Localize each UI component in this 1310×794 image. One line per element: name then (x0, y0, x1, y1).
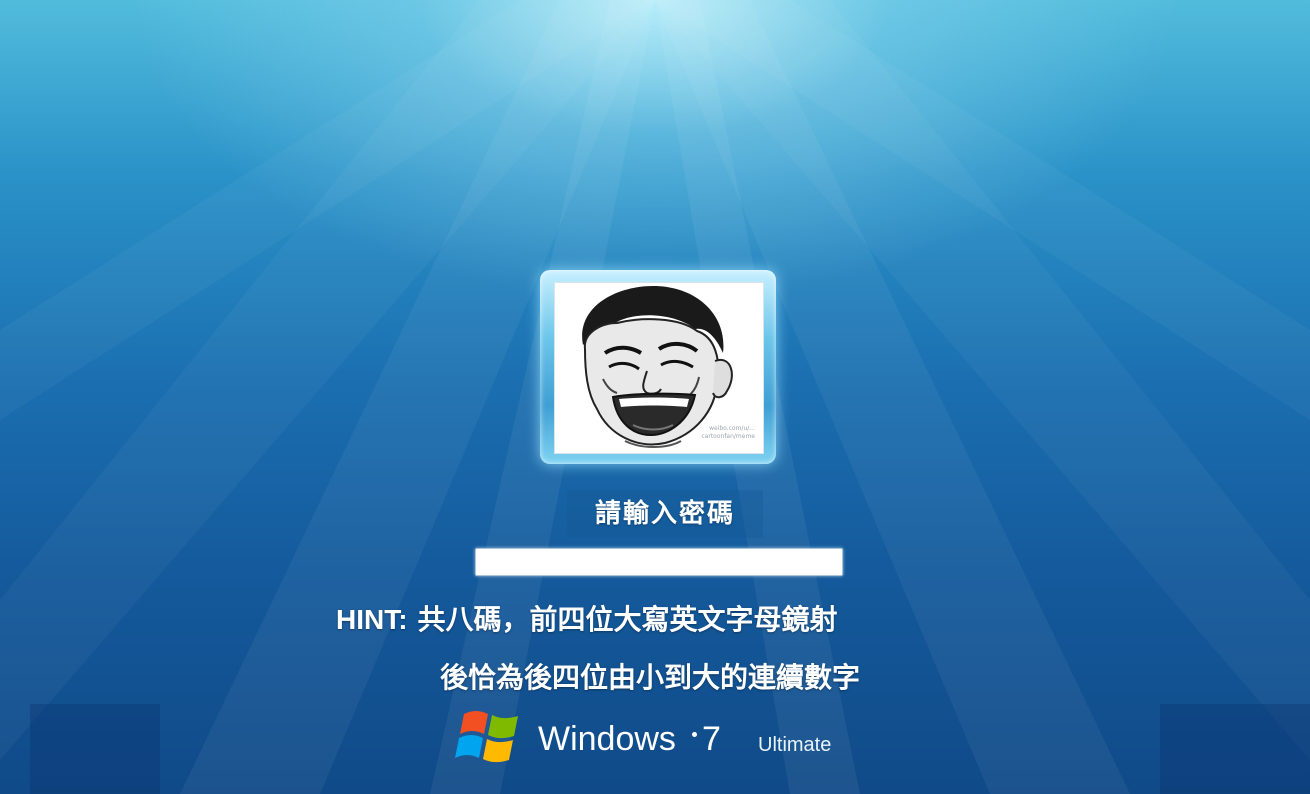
brand-dot (692, 732, 697, 737)
windows-flag-icon (455, 711, 518, 763)
hint-prefix: HINT: (336, 604, 408, 635)
brand-edition: Ultimate (758, 734, 832, 756)
hint-line-1: HINT: 共八碼，前四位大寫英文字母鏡射 (336, 598, 838, 638)
user-avatar: weibo.com/u/... cartoonfan/meme (554, 282, 764, 454)
watermark-line-1: weibo.com/u/... (709, 425, 755, 432)
hint-line-2: 後恰為後四位由小到大的連續數字 (440, 661, 861, 694)
corner-shade-left (30, 704, 160, 794)
watermark-line-2: cartoonfan/meme (701, 433, 755, 440)
password-input[interactable] (475, 548, 843, 576)
corner-shade-right (1160, 704, 1310, 794)
hint-text-1: 共八碼，前四位大寫英文字母鏡射 (417, 603, 838, 636)
brand-version: 7 (702, 720, 721, 758)
password-prompt-label: 請輸入密碼 (567, 490, 763, 538)
avatar-watermark: weibo.com/u/... cartoonfan/meme (701, 425, 755, 441)
brand-product-name: Windows (538, 720, 676, 758)
user-avatar-frame[interactable]: weibo.com/u/... cartoonfan/meme (540, 270, 776, 464)
